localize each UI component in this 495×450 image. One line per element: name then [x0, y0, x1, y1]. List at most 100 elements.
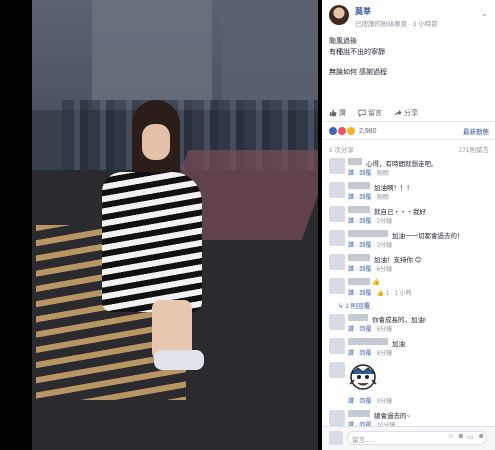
comment-item: 加油 讚 · 回覆 · 6分鐘	[322, 336, 495, 360]
comment-meta: 讚 · 回覆 · 2分鐘	[348, 243, 393, 249]
comment-sticker	[348, 362, 378, 392]
comment-meta: 讚 · 回覆 · 6分鐘	[348, 327, 393, 333]
comment-meta: 讚 · 回覆 · 6分鐘	[348, 267, 393, 273]
comment-text: 👍	[372, 279, 381, 286]
commenter-name[interactable]	[348, 230, 388, 237]
commenter-avatar[interactable]	[329, 362, 345, 378]
commenter-avatar[interactable]	[329, 158, 345, 174]
comment-meta: 讚 · 回覆 · 6分鐘	[348, 351, 393, 357]
comment-item: 心得，有時間就想走吧。 讚 · 回覆 · 剛剛	[322, 156, 495, 180]
sticker-icon[interactable]: ☻	[478, 433, 485, 441]
comment-text: 加油	[392, 341, 405, 348]
commenter-name[interactable]	[348, 254, 370, 261]
emoji-icon[interactable]: ☺	[448, 433, 455, 441]
comment-text: 就自己・・・我好	[374, 209, 426, 216]
comment-reply-link[interactable]: 回覆	[359, 267, 371, 273]
author-name[interactable]: 莫莘	[355, 6, 371, 17]
comment-like-link[interactable]: 讚	[348, 267, 354, 273]
commenter-avatar[interactable]	[329, 182, 345, 198]
comment-reply-link[interactable]: 回覆	[359, 291, 371, 297]
person-shape	[82, 100, 212, 380]
commenter-name[interactable]	[348, 410, 370, 417]
comment-text: 心得，有時間就想走吧。	[366, 161, 438, 168]
comment-sort-dropdown[interactable]: 最新動態	[463, 126, 489, 136]
more-options-icon[interactable]: ⌄	[480, 8, 488, 19]
commenter-name[interactable]	[348, 206, 370, 213]
comment-like-link[interactable]: 讚	[348, 291, 354, 297]
comment-like-link[interactable]: 讚	[348, 219, 354, 225]
share-button[interactable]: 分享	[394, 108, 418, 118]
commenter-avatar[interactable]	[329, 230, 345, 246]
commenter-avatar[interactable]	[329, 254, 345, 270]
comment-text: 總會過去的~	[374, 413, 411, 420]
comment-count[interactable]: 271則留言	[459, 144, 489, 154]
view-replies-link[interactable]: ↳ 1 則回覆	[338, 300, 370, 310]
like-button[interactable]: 讚	[329, 108, 346, 118]
comment-meta: 讚 · 回覆 · 2分鐘	[348, 219, 393, 225]
comment-time: 1 小時	[394, 291, 412, 297]
share-label: 分享	[404, 110, 418, 117]
divider	[322, 121, 495, 122]
commenter-avatar[interactable]	[329, 338, 345, 354]
like-reaction-icon	[329, 127, 337, 135]
share-count[interactable]: 1 次分享	[329, 144, 354, 154]
current-user-avatar	[329, 431, 343, 445]
reactions-bar[interactable]: 2,980 最新動態	[329, 125, 489, 137]
post-meta: 已按讚的粉絲專頁 · 3 小時前	[355, 21, 438, 28]
commenter-name[interactable]	[348, 278, 370, 285]
love-reaction-icon	[338, 127, 346, 135]
comment-like-link[interactable]: 讚	[348, 327, 354, 333]
camera-icon[interactable]: ◙	[459, 433, 463, 441]
comment-reply-link[interactable]: 回覆	[359, 327, 371, 333]
sticker-face-icon	[349, 364, 377, 390]
comment-like-link[interactable]: 讚	[348, 351, 354, 357]
comment-time: 2分鐘	[376, 219, 393, 225]
post-photo[interactable]	[32, 0, 318, 450]
comment-reply-link[interactable]: 回覆	[359, 195, 371, 201]
comment-like-link[interactable]: 讚	[348, 171, 354, 177]
comment-time: 剛剛	[376, 195, 389, 201]
commenter-name[interactable]	[348, 158, 362, 165]
post-line: 颱風過後	[329, 38, 357, 45]
comment-reply-link[interactable]: 回覆	[359, 219, 371, 225]
share-arrow-icon	[394, 109, 402, 117]
like-count-icon: 👍	[376, 291, 385, 297]
gif-icon[interactable]: ▭	[467, 433, 474, 441]
comment-item: 加油啊！！！ 讚 · 回覆 · 剛剛	[322, 180, 495, 204]
comment-text: 你會成長的，加油!	[372, 317, 426, 324]
comment-text: 加油！支持你 😊	[374, 257, 422, 264]
comment-time: 9分鐘	[376, 399, 393, 405]
comment-time: 6分鐘	[376, 351, 393, 357]
comment-like-link[interactable]: 讚	[348, 243, 354, 249]
comment-time: 6分鐘	[376, 327, 393, 333]
commenter-name[interactable]	[348, 314, 368, 321]
post-side-panel: 莫莘 已按讚的粉絲專頁 · 3 小時前 ⌄ 颱風過後 有種說不出的寧靜 無論如何…	[322, 0, 495, 450]
comment-like-count: 1	[385, 291, 390, 297]
comment-like-link[interactable]: 讚	[348, 195, 354, 201]
post-line: 無論如何 感謝過程	[329, 69, 387, 76]
commenter-avatar[interactable]	[329, 278, 345, 294]
comment-reply-link[interactable]: 回覆	[359, 399, 371, 405]
post-line: 有種說不出的寧靜	[329, 49, 385, 56]
commenter-avatar[interactable]	[329, 410, 345, 426]
post-actions: 讚 留言 分享	[329, 107, 489, 119]
comment-like-link[interactable]: 讚	[348, 399, 354, 405]
like-label: 讚	[339, 110, 346, 117]
commenter-name[interactable]	[348, 338, 388, 345]
thumbs-up-icon	[329, 109, 337, 117]
comment-item: 👍 讚 · 回覆 · 👍 1 · 1 小時	[322, 276, 495, 300]
comment-button[interactable]: 留言	[358, 108, 382, 118]
comment-meta: 讚 · 回覆 · 👍 1 · 1 小時	[348, 291, 412, 297]
comment-item: 加油一一切都會過去的！ 讚 · 回覆 · 2分鐘	[322, 228, 495, 252]
post-header: 莫莘 已按讚的粉絲專頁 · 3 小時前 ⌄	[322, 0, 495, 36]
comment-reply-link[interactable]: 回覆	[359, 171, 371, 177]
comment-text: 加油一一切都會過去的！	[392, 233, 464, 240]
comment-reply-link[interactable]: 回覆	[359, 351, 371, 357]
composer-icons: ☺ ◙ ▭ ☻	[448, 433, 485, 441]
commenter-name[interactable]	[348, 182, 370, 189]
commenter-avatar[interactable]	[329, 206, 345, 222]
comment-reply-link[interactable]: 回覆	[359, 243, 371, 249]
comment-label: 留言	[368, 110, 382, 117]
author-avatar[interactable]	[329, 5, 349, 25]
commenter-avatar[interactable]	[329, 314, 345, 330]
